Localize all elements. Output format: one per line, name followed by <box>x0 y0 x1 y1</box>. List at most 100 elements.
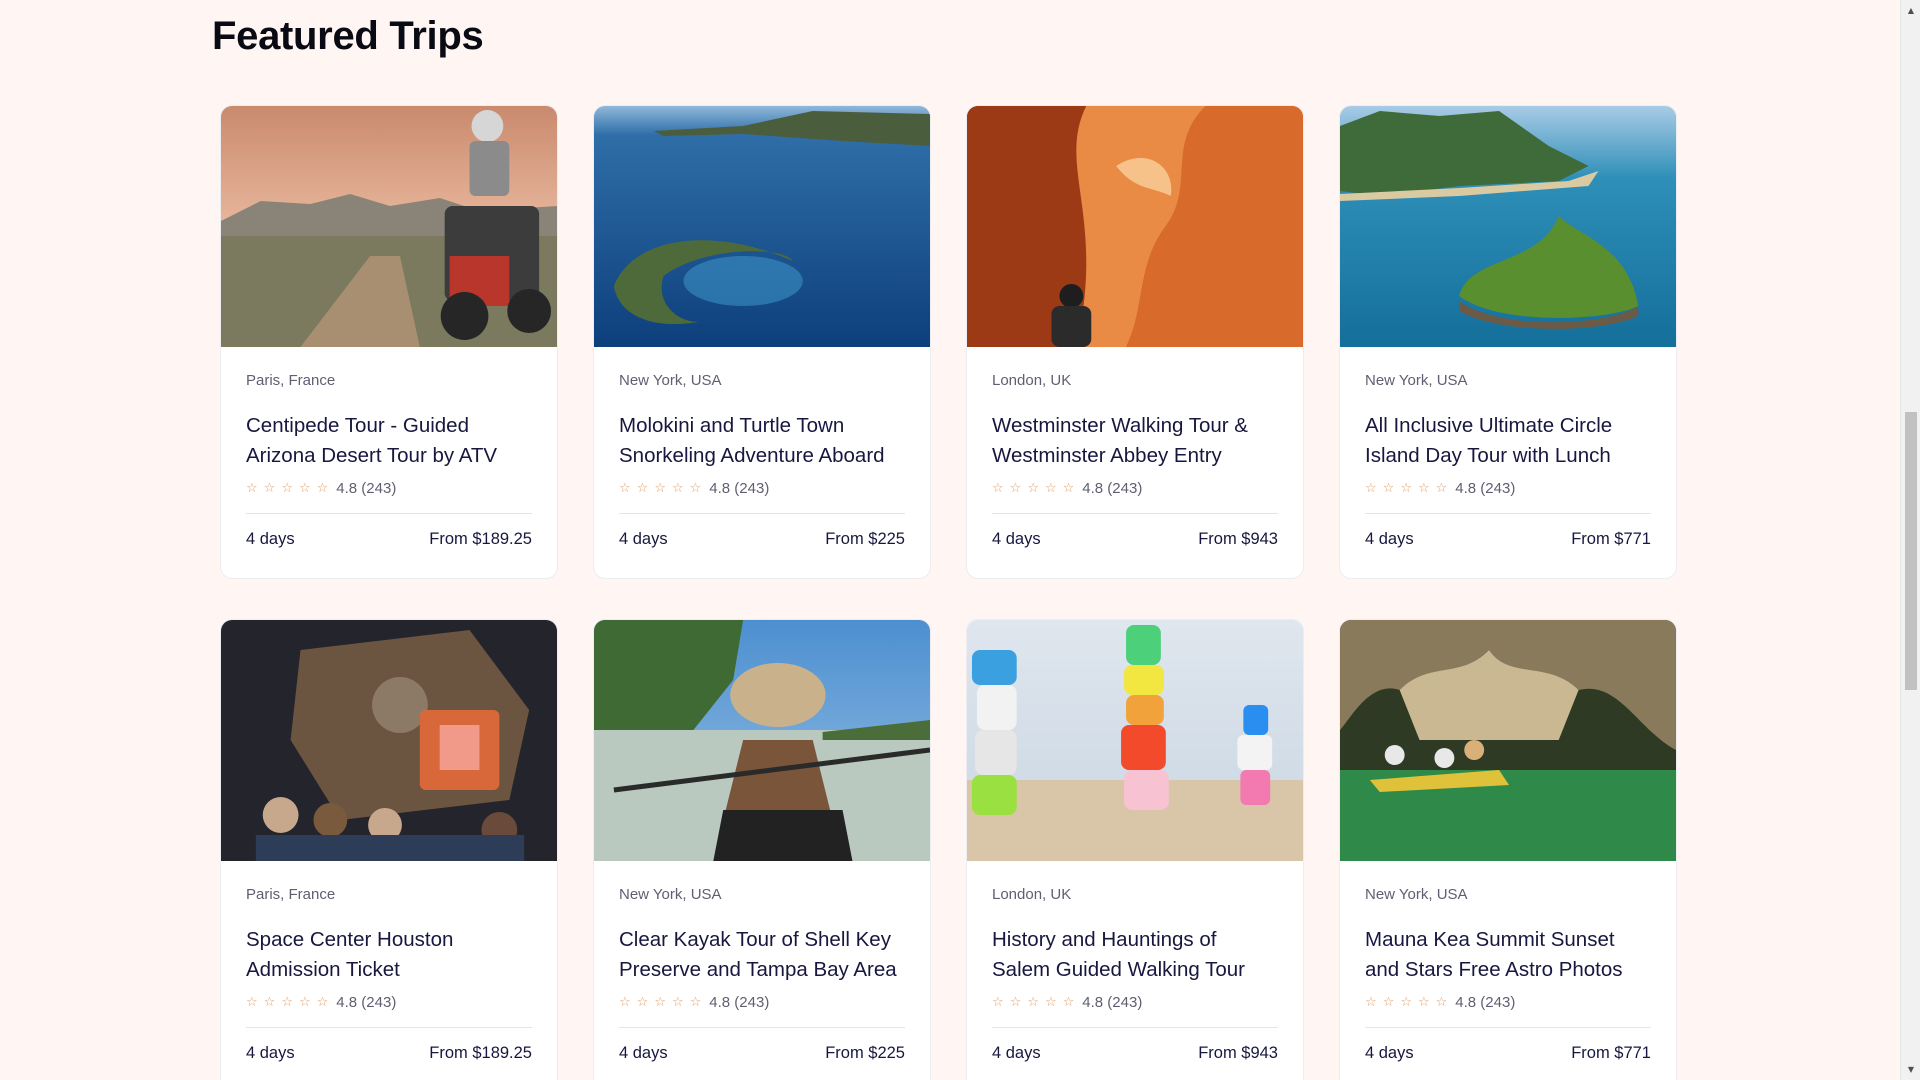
trip-grid: Paris, France Centipede Tour - Guided Ar… <box>220 105 1677 1080</box>
star-icon: ☆ <box>1365 994 1377 1010</box>
trip-card[interactable]: London, UK Westminster Walking Tour & We… <box>966 105 1304 579</box>
rating-text: 4.8 (243) <box>709 479 770 497</box>
star-icon: ☆ <box>654 994 666 1010</box>
trip-title[interactable]: Molokini and Turtle Town Snorkeling Adve… <box>619 411 905 471</box>
trip-price: From $943 <box>1198 1044 1278 1062</box>
trip-duration: 4 days <box>619 1044 668 1062</box>
star-icon: ☆ <box>246 480 258 496</box>
trip-card[interactable]: Paris, France Centipede Tour - Guided Ar… <box>220 105 558 579</box>
divider <box>619 1027 905 1028</box>
star-icon: ☆ <box>671 480 684 496</box>
star-icon: ☆ <box>1365 480 1377 496</box>
trip-title[interactable]: Mauna Kea Summit Sunset and Stars Free A… <box>1365 925 1651 985</box>
star-icon: ☆ <box>992 994 1004 1010</box>
trip-image-crater-island[interactable] <box>594 106 930 347</box>
star-icon: ☆ <box>1400 994 1412 1010</box>
trip-footer: 4 days From $943 <box>992 530 1278 549</box>
star-icon: ☆ <box>619 480 631 496</box>
trip-title[interactable]: History and Hauntings of Salem Guided Wa… <box>992 925 1278 985</box>
star-icon: ☆ <box>1435 480 1448 496</box>
trip-rating: ☆ ☆ ☆ ☆ ☆ 4.8 (243) <box>619 478 905 498</box>
star-icon: ☆ <box>1009 994 1022 1010</box>
trip-card[interactable]: New York, USA Clear Kayak Tour of Shell … <box>593 619 931 1080</box>
trip-card[interactable]: New York, USA All Inclusive Ultimate Cir… <box>1339 105 1677 579</box>
trip-location: New York, USA <box>619 886 722 903</box>
trip-image-slot-canyon[interactable] <box>967 106 1303 347</box>
trip-image-kayak[interactable] <box>594 620 930 861</box>
divider <box>992 513 1278 514</box>
trip-rating: ☆ ☆ ☆ ☆ ☆ 4.8 (243) <box>1365 478 1651 498</box>
trip-footer: 4 days From $225 <box>619 1044 905 1063</box>
scroll-down-icon[interactable]: ▼ <box>1901 1061 1920 1078</box>
trip-duration: 4 days <box>246 1044 295 1062</box>
star-icon: ☆ <box>1435 994 1448 1010</box>
rating-stars: ☆ ☆ ☆ ☆ ☆ <box>1365 996 1447 1009</box>
divider <box>1365 1027 1651 1028</box>
star-icon: ☆ <box>246 994 258 1010</box>
star-icon: ☆ <box>1400 480 1412 496</box>
trip-rating: ☆ ☆ ☆ ☆ ☆ 4.8 (243) <box>992 478 1278 498</box>
divider <box>1365 513 1651 514</box>
trip-rating: ☆ ☆ ☆ ☆ ☆ 4.8 (243) <box>992 992 1278 1012</box>
trip-footer: 4 days From $771 <box>1365 1044 1651 1063</box>
star-icon: ☆ <box>1417 480 1430 496</box>
trip-title[interactable]: All Inclusive Ultimate Circle Island Day… <box>1365 411 1651 471</box>
trip-location: Paris, France <box>246 372 336 389</box>
rating-stars: ☆ ☆ ☆ ☆ ☆ <box>619 482 701 495</box>
trip-title[interactable]: Westminster Walking Tour & Westminster A… <box>992 411 1278 471</box>
star-icon: ☆ <box>1027 480 1039 496</box>
star-icon: ☆ <box>298 994 311 1010</box>
trip-footer: 4 days From $943 <box>992 1044 1278 1063</box>
trip-price: From $943 <box>1198 530 1278 548</box>
divider <box>992 1027 1278 1028</box>
star-icon: ☆ <box>281 480 293 496</box>
star-icon: ☆ <box>636 480 649 496</box>
trip-location: New York, USA <box>1365 886 1468 903</box>
rating-stars: ☆ ☆ ☆ ☆ ☆ <box>246 482 328 495</box>
rating-text: 4.8 (243) <box>1455 479 1516 497</box>
divider <box>246 513 532 514</box>
trip-footer: 4 days From $771 <box>1365 530 1651 549</box>
vertical-scrollbar[interactable]: ▲ ▼ <box>1900 0 1920 1080</box>
trip-location: London, UK <box>992 372 1072 389</box>
trip-image-tropical-island[interactable] <box>1340 106 1676 347</box>
trip-image-rock-towers[interactable] <box>967 620 1303 861</box>
scroll-up-icon[interactable]: ▲ <box>1901 2 1920 19</box>
star-icon: ☆ <box>263 480 276 496</box>
star-icon: ☆ <box>654 480 666 496</box>
trip-card[interactable]: New York, USA Mauna Kea Summit Sunset an… <box>1339 619 1677 1080</box>
star-icon: ☆ <box>1044 994 1057 1010</box>
trip-card[interactable]: New York, USA Molokini and Turtle Town S… <box>593 105 931 579</box>
trip-image-atv-desert[interactable] <box>221 106 557 347</box>
rating-text: 4.8 (243) <box>336 479 397 497</box>
divider <box>246 1027 532 1028</box>
section-title: Featured Trips <box>212 14 484 58</box>
star-icon: ☆ <box>1044 480 1057 496</box>
trip-card[interactable]: London, UK History and Hauntings of Sale… <box>966 619 1304 1080</box>
scrollbar-thumb[interactable] <box>1905 412 1917 690</box>
trip-duration: 4 days <box>1365 1044 1414 1062</box>
divider <box>619 513 905 514</box>
trip-card[interactable]: Paris, France Space Center Houston Admis… <box>220 619 558 1080</box>
rating-stars: ☆ ☆ ☆ ☆ ☆ <box>992 996 1074 1009</box>
trip-image-space-capsule[interactable] <box>221 620 557 861</box>
rating-text: 4.8 (243) <box>709 993 770 1011</box>
trip-location: London, UK <box>992 886 1072 903</box>
rating-text: 4.8 (243) <box>336 993 397 1011</box>
trip-duration: 4 days <box>992 1044 1041 1062</box>
page: Featured Trips Paris, France Centipede T… <box>0 0 1920 1080</box>
rating-stars: ☆ ☆ ☆ ☆ ☆ <box>992 482 1074 495</box>
trip-title[interactable]: Clear Kayak Tour of Shell Key Preserve a… <box>619 925 905 985</box>
trip-footer: 4 days From $225 <box>619 530 905 549</box>
star-icon: ☆ <box>281 994 293 1010</box>
trip-price: From $225 <box>825 1044 905 1062</box>
trip-image-sea-cave-canoe[interactable] <box>1340 620 1676 861</box>
star-icon: ☆ <box>1009 480 1022 496</box>
rating-text: 4.8 (243) <box>1082 479 1143 497</box>
star-icon: ☆ <box>619 994 631 1010</box>
trip-footer: 4 days From $189.25 <box>246 530 532 549</box>
trip-rating: ☆ ☆ ☆ ☆ ☆ 4.8 (243) <box>619 992 905 1012</box>
trip-title[interactable]: Space Center Houston Admission Ticket <box>246 925 532 985</box>
trip-title[interactable]: Centipede Tour - Guided Arizona Desert T… <box>246 411 532 471</box>
trip-duration: 4 days <box>1365 530 1414 548</box>
